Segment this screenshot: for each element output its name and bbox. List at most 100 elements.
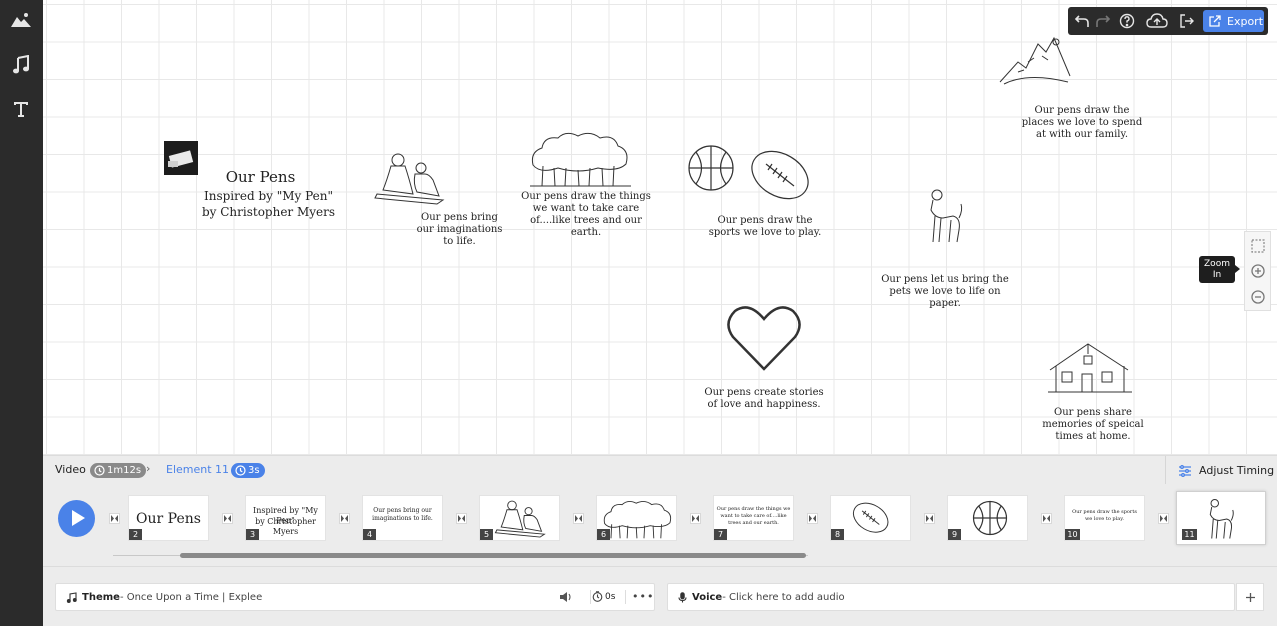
- voice-audio-box[interactable]: Voice - Click here to add audio: [667, 583, 1235, 611]
- left-toolbar: [0, 0, 43, 626]
- frame-number: 8: [831, 529, 844, 540]
- more-options-icon[interactable]: •••: [632, 590, 654, 603]
- frame-number: 11: [1182, 529, 1197, 540]
- caption-imaginations[interactable]: Our pens bring our imaginations to life.: [412, 212, 507, 248]
- caption-trees[interactable]: Our pens draw the things we want to take…: [521, 191, 651, 239]
- export-button[interactable]: Export: [1203, 10, 1264, 32]
- timeline-frame-7[interactable]: Our pens draw the things we want to take…: [713, 495, 794, 541]
- adjust-timing-button[interactable]: Adjust Timing: [1165, 456, 1277, 485]
- mountain-sketch[interactable]: [998, 32, 1073, 88]
- zoom-in-tooltip: Zoom In: [1199, 256, 1240, 283]
- children-drawing-sketch[interactable]: [373, 150, 448, 205]
- timeline-frame-6[interactable]: 6: [596, 495, 677, 541]
- timeline-frame-5[interactable]: 5: [479, 495, 560, 541]
- frame-number: 4: [363, 529, 376, 540]
- heart-sketch[interactable]: [725, 305, 803, 373]
- undo-icon[interactable]: [1072, 11, 1092, 31]
- audio-bar: Theme - Once Upon a Time | Explee 0s •••…: [43, 566, 1277, 626]
- adjust-timing-label: Adjust Timing: [1199, 464, 1275, 477]
- caption-home[interactable]: Our pens share memories of speical times…: [1028, 407, 1158, 443]
- transition-handle[interactable]: [690, 513, 701, 524]
- theme-time: 0s: [605, 591, 616, 602]
- football-sketch[interactable]: [748, 148, 813, 203]
- timeline-frame-11-selected[interactable]: 11: [1176, 491, 1266, 545]
- frame-text-line2: by Christopher Myers: [255, 517, 316, 536]
- frame-number: 6: [597, 529, 610, 540]
- frame-number: 3: [246, 529, 259, 540]
- frame-number: 10: [1065, 529, 1080, 540]
- transition-handle[interactable]: [924, 513, 935, 524]
- help-icon[interactable]: [1117, 11, 1137, 31]
- clock-icon: [235, 465, 246, 476]
- transition-handle[interactable]: [1041, 513, 1052, 524]
- theme-audio-box[interactable]: Theme - Once Upon a Time | Explee 0s •••: [55, 583, 655, 611]
- canvas[interactable]: Our Pens Inspired by "My Pen" by Christo…: [43, 0, 1277, 455]
- timeline-header: Video 1m12s › Element 11 3s Adjust Timin…: [43, 455, 1277, 485]
- play-button[interactable]: [58, 500, 95, 537]
- trees-sketch[interactable]: [528, 130, 633, 187]
- transition-handle[interactable]: [339, 513, 350, 524]
- add-audio-button[interactable]: [1236, 583, 1264, 611]
- voice-label: Voice: [692, 591, 723, 603]
- element-duration-badge: 3s: [231, 463, 265, 478]
- house-sketch[interactable]: [1048, 342, 1133, 394]
- text-icon[interactable]: [8, 96, 34, 122]
- zoom-out-icon[interactable]: [1250, 289, 1266, 305]
- transition-handle[interactable]: [1158, 513, 1169, 524]
- music-icon[interactable]: [8, 52, 34, 78]
- canvas-subtitle-line1[interactable]: Inspired by "My Pen": [196, 189, 341, 204]
- caption-pets[interactable]: Our pens let us bring the pets we love t…: [881, 274, 1009, 310]
- timeline-frame-9[interactable]: 9: [947, 495, 1028, 541]
- sign-out-icon[interactable]: [1177, 11, 1197, 31]
- timing-sliders-icon: [1179, 464, 1191, 477]
- video-duration-badge: 1m12s: [90, 463, 147, 478]
- timer-icon: [592, 591, 603, 602]
- children-drawing-thumbnail: [494, 500, 546, 538]
- caption-sports[interactable]: Our pens draw the sports we love to play…: [701, 215, 829, 239]
- theme-divider: [625, 590, 626, 604]
- timeline-frame-8[interactable]: 8: [830, 495, 911, 541]
- frame-number: 5: [480, 529, 493, 540]
- theme-timer[interactable]: 0s: [592, 591, 615, 602]
- frame-text: Our Pens: [136, 511, 201, 527]
- transition-handle[interactable]: [573, 513, 584, 524]
- top-toolbar: Export: [1068, 7, 1268, 35]
- dog-sketch[interactable]: [923, 188, 965, 244]
- timeline-frame-4[interactable]: Our pens bring our imaginations to life.…: [362, 495, 443, 541]
- element-label[interactable]: Element 11: [166, 463, 229, 476]
- volume-icon[interactable]: [559, 591, 572, 606]
- theme-value: - Once Upon a Time | Explee: [119, 591, 263, 603]
- caption-places[interactable]: Our pens draw the places we love to spen…: [1018, 105, 1146, 141]
- basketball-sketch[interactable]: [687, 144, 735, 192]
- timeline-scrollbar[interactable]: [180, 553, 806, 558]
- zoom-in-icon[interactable]: [1250, 263, 1266, 279]
- book-cover-image[interactable]: [164, 141, 198, 175]
- fit-selection-icon[interactable]: [1250, 238, 1266, 254]
- frame-number: 9: [948, 529, 961, 540]
- voice-value: - Click here to add audio: [722, 591, 845, 603]
- clock-icon: [94, 465, 105, 476]
- timeline-frame-2[interactable]: Our Pens 2: [128, 495, 209, 541]
- canvas-subtitle-line2[interactable]: by Christopher Myers: [196, 205, 341, 220]
- canvas-title[interactable]: Our Pens: [203, 167, 318, 187]
- theme-label: Theme: [82, 591, 120, 603]
- theme-divider: [590, 590, 591, 604]
- image-icon[interactable]: [8, 7, 34, 33]
- video-label: Video: [55, 463, 86, 476]
- frame-number: 7: [714, 529, 727, 540]
- transition-handle[interactable]: [109, 513, 120, 524]
- caption-love[interactable]: Our pens create stories of love and happ…: [699, 387, 829, 411]
- breadcrumb-chevron-icon: ›: [146, 462, 151, 475]
- timeline-frame-10[interactable]: Our pens draw the sports we love to play…: [1064, 495, 1145, 541]
- trees-thumbnail: [603, 500, 672, 539]
- zoom-panel: [1244, 231, 1271, 311]
- transition-handle[interactable]: [807, 513, 818, 524]
- cloud-upload-icon[interactable]: [1146, 11, 1168, 31]
- transition-handle[interactable]: [222, 513, 233, 524]
- redo-icon[interactable]: [1093, 11, 1113, 31]
- element-duration: 3s: [248, 465, 260, 476]
- frame-number: 2: [129, 529, 142, 540]
- dog-thumbnail: [1209, 499, 1234, 539]
- transition-handle[interactable]: [456, 513, 467, 524]
- timeline-frame-3[interactable]: Inspired by "My Pen" by Christopher Myer…: [245, 495, 326, 541]
